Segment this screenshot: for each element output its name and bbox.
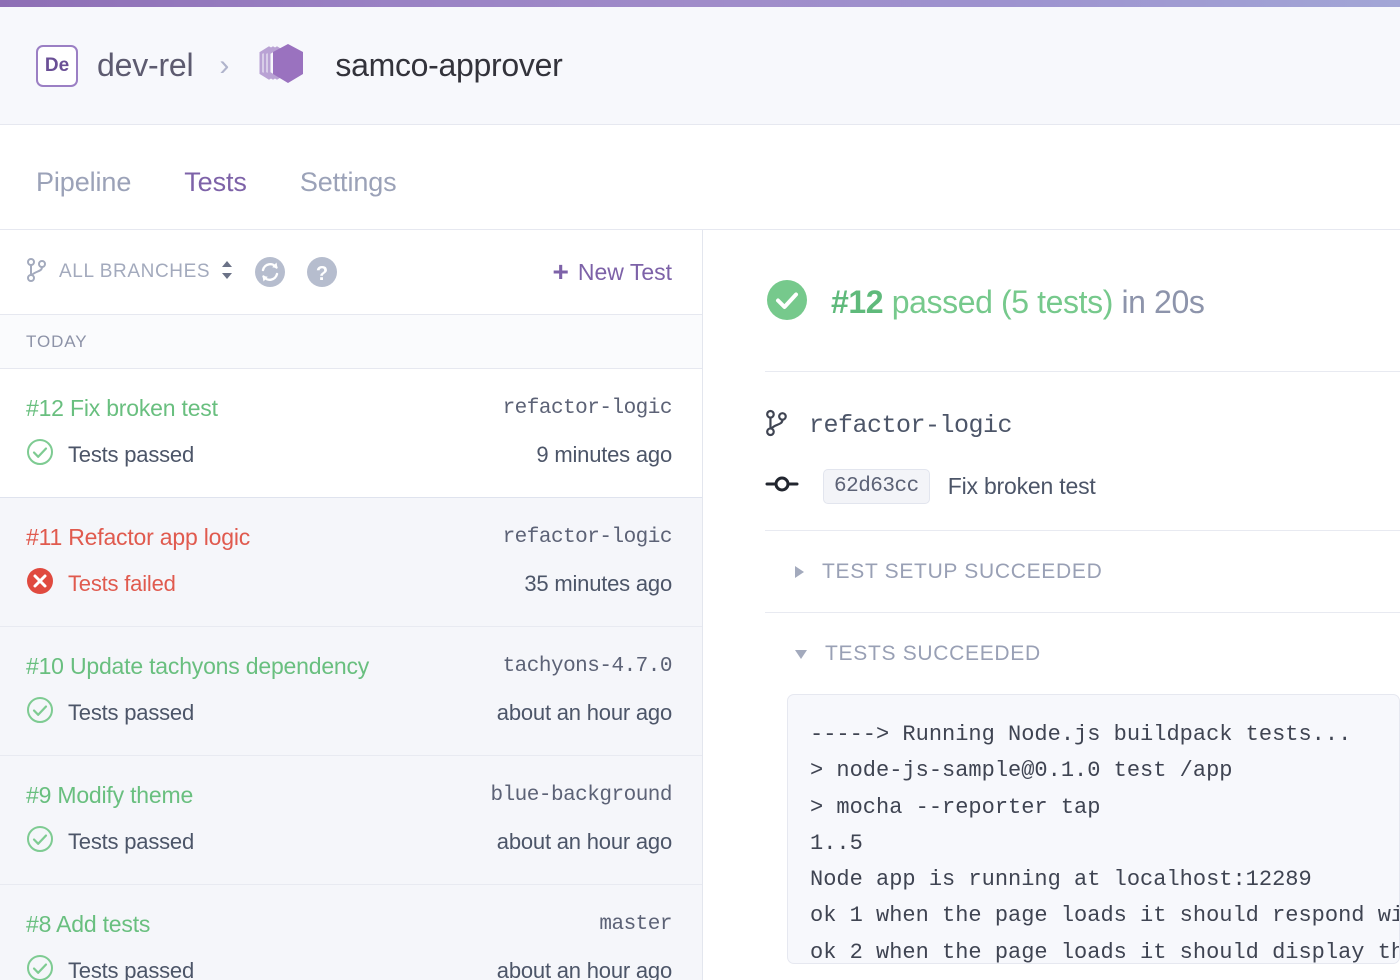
breadcrumb-team[interactable]: De dev-rel xyxy=(36,44,194,87)
branch-filter-dropdown[interactable]: ALL BRANCHES xyxy=(26,257,234,288)
x-circle-filled-icon xyxy=(26,567,54,600)
section-tests[interactable]: TESTS SUCCEEDED xyxy=(765,613,1400,694)
log-line: ok 1 when the page loads it should respo… xyxy=(810,903,1400,929)
test-run-status: Tests passed xyxy=(68,957,195,980)
test-run-time: about an hour ago xyxy=(496,828,672,854)
log-line: > node-js-sample@0.1.0 test /app xyxy=(810,758,1233,784)
app-name-title[interactable]: samco-approver xyxy=(335,47,562,84)
git-commit-icon xyxy=(765,473,799,500)
check-circle-outline-icon xyxy=(26,825,54,858)
check-circle-outline-icon xyxy=(26,954,54,980)
chevron-up-down-icon xyxy=(220,259,234,286)
test-run-row[interactable]: #8 Add tests master Tests passed about an h… xyxy=(0,885,702,980)
list-group-header: TODAY xyxy=(0,315,702,369)
log-line: 1..5 xyxy=(810,830,863,856)
test-run-title[interactable]: #9 Modify theme xyxy=(26,782,193,809)
check-circle-outline-icon xyxy=(26,438,54,471)
test-run-title[interactable]: #8 Add tests xyxy=(26,911,150,938)
test-log-output[interactable]: -----> Running Node.js buildpack tests..… xyxy=(787,694,1400,964)
breadcrumb-app[interactable]: samco-approver xyxy=(253,35,563,97)
detail-status-header: #12 passed (5 tests) in 20s xyxy=(765,278,1400,327)
caret-down-icon xyxy=(795,649,807,659)
check-circle-outline-icon xyxy=(26,696,54,729)
log-line: -----> Running Node.js buildpack tests..… xyxy=(810,722,1352,747)
test-run-title[interactable]: #12 Fix broken test xyxy=(26,395,218,422)
test-detail-panel: #12 passed (5 tests) in 20s refactor-log… xyxy=(703,230,1400,980)
main-content: ALL BRANCHES ? + New Test TODAY #12 Fix … xyxy=(0,230,1400,980)
tab-bar: Pipeline Tests Settings xyxy=(0,125,1400,237)
section-test-setup-label: TEST SETUP SUCCEEDED xyxy=(822,560,1103,583)
team-avatar-badge: De xyxy=(36,44,78,87)
detail-commit-row: 62d63cc Fix broken test xyxy=(765,469,1400,504)
detail-commit-sha[interactable]: 62d63cc xyxy=(823,469,930,504)
detail-branch-name[interactable]: refactor-logic xyxy=(809,411,1013,440)
detail-branch-row: refactor-logic xyxy=(765,408,1400,443)
section-tests-label: TESTS SUCCEEDED xyxy=(825,642,1041,665)
test-run-title[interactable]: #10 Update tachyons dependency xyxy=(26,653,369,680)
detail-run-number: #12 xyxy=(831,284,884,320)
tab-tests[interactable]: Tests xyxy=(184,167,247,237)
tab-pipeline[interactable]: Pipeline xyxy=(36,167,131,237)
detail-run-result: passed (5 tests) xyxy=(883,284,1114,320)
refresh-circle-icon[interactable] xyxy=(254,256,286,288)
test-run-time: about an hour ago xyxy=(496,957,672,980)
test-run-branch: refactor-logic xyxy=(502,397,673,420)
svg-text:?: ? xyxy=(316,263,328,285)
git-branch-icon xyxy=(765,408,789,443)
detail-run-duration: in 20s xyxy=(1112,284,1205,320)
test-run-title[interactable]: #11 Refactor app logic xyxy=(26,524,250,551)
new-test-button[interactable]: + New Test xyxy=(552,258,672,286)
test-run-time: 9 minutes ago xyxy=(536,441,672,467)
detail-metadata: refactor-logic 62d63cc Fix broken test xyxy=(765,372,1400,504)
test-run-branch: master xyxy=(599,913,672,936)
test-run-status: Tests failed xyxy=(68,570,176,596)
log-line: > mocha --reporter tap xyxy=(810,794,1101,820)
breadcrumb: De dev-rel › samco-approver xyxy=(0,7,1400,125)
test-run-row[interactable]: #12 Fix broken test refactor-logic Tests p… xyxy=(0,369,702,498)
test-run-time: about an hour ago xyxy=(496,699,672,725)
test-run-branch: blue-background xyxy=(490,784,672,807)
question-circle-icon[interactable]: ? xyxy=(306,256,338,288)
log-line: ok 2 when the page loads it should displ… xyxy=(810,939,1400,964)
plus-icon: + xyxy=(552,256,569,287)
test-run-row[interactable]: #10 Update tachyons dependency tachyons-4… xyxy=(0,627,702,756)
top-gradient-bar xyxy=(0,0,1400,7)
test-run-row[interactable]: #11 Refactor app logic refactor-logic Test… xyxy=(0,498,702,627)
log-line: Node app is running at localhost:12289 xyxy=(810,867,1312,893)
branch-filter-label: ALL BRANCHES xyxy=(59,261,211,282)
test-run-branch: tachyons-4.7.0 xyxy=(502,655,673,678)
team-name-link[interactable]: dev-rel xyxy=(97,47,194,84)
test-run-status: Tests passed xyxy=(68,441,195,467)
detail-status-text: #12 passed (5 tests) in 20s xyxy=(831,284,1205,321)
breadcrumb-separator-icon: › xyxy=(219,48,230,82)
hexagon-stack-icon xyxy=(253,35,315,97)
test-run-status: Tests passed xyxy=(68,699,195,725)
test-run-row[interactable]: #9 Modify theme blue-background Tests pass… xyxy=(0,756,702,885)
new-test-label: New Test xyxy=(577,258,672,285)
test-run-rows: #12 Fix broken test refactor-logic Tests p… xyxy=(0,369,702,980)
tab-settings[interactable]: Settings xyxy=(300,167,397,237)
test-run-branch: refactor-logic xyxy=(502,526,673,549)
test-run-time: 35 minutes ago xyxy=(524,570,672,596)
git-branch-icon xyxy=(26,257,48,288)
check-circle-filled-icon xyxy=(765,278,809,327)
list-toolbar: ALL BRANCHES ? + New Test xyxy=(0,230,702,315)
caret-right-icon xyxy=(795,566,804,578)
test-run-status: Tests passed xyxy=(68,828,195,854)
section-test-setup[interactable]: TEST SETUP SUCCEEDED xyxy=(765,531,1400,612)
detail-commit-message: Fix broken test xyxy=(947,473,1096,499)
test-run-list-panel: ALL BRANCHES ? + New Test TODAY #12 Fix … xyxy=(0,230,703,980)
